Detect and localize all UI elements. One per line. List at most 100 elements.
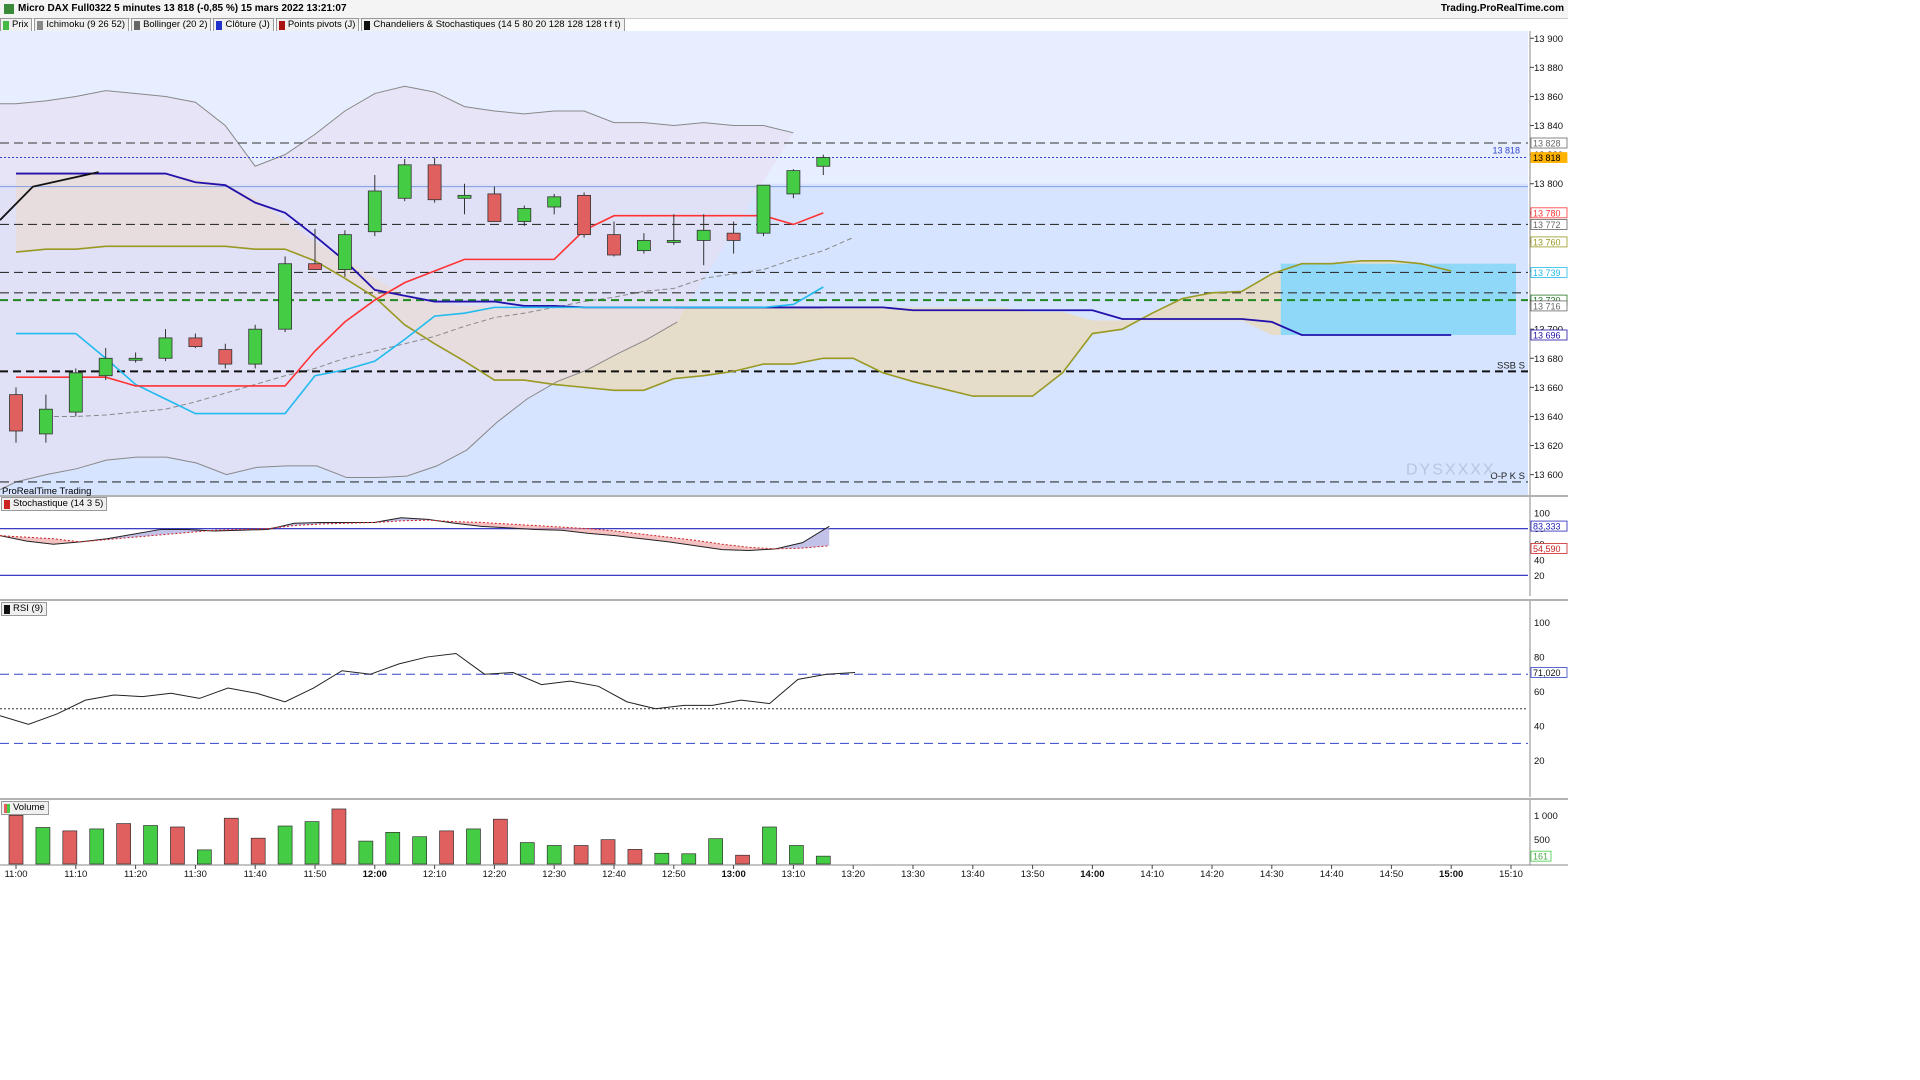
candle-body bbox=[278, 263, 293, 330]
time-axis-label: 13:40 bbox=[961, 869, 985, 880]
time-axis-label: 12:20 bbox=[483, 869, 507, 880]
volume-bar bbox=[8, 814, 24, 865]
candle-body bbox=[308, 263, 322, 270]
volume-bar bbox=[627, 849, 643, 865]
price-level-label: 13 818 bbox=[1533, 153, 1561, 163]
time-axis-label: 14:00 bbox=[1080, 869, 1104, 880]
volume-bar bbox=[762, 826, 777, 865]
volume-bar bbox=[304, 821, 320, 865]
price-level-label: 13 828 bbox=[1533, 139, 1561, 149]
volume-bar bbox=[358, 840, 374, 865]
time-axis-label: 12:50 bbox=[662, 869, 686, 880]
volume-bar bbox=[62, 830, 78, 865]
stoch-value-label: 83,333 bbox=[1533, 522, 1561, 532]
candle-body bbox=[397, 164, 412, 199]
candle-body bbox=[577, 194, 591, 236]
stoch-axis-label: 40 bbox=[1534, 555, 1545, 566]
candle-body bbox=[9, 394, 23, 432]
candle-body bbox=[68, 372, 83, 413]
candle-body bbox=[487, 193, 502, 222]
time-axis-label: 12:30 bbox=[542, 869, 566, 880]
candle-body bbox=[457, 194, 472, 199]
volume-bar bbox=[708, 838, 724, 865]
rsi-label-text: RSI (9) bbox=[13, 603, 44, 614]
candle-body bbox=[726, 232, 741, 241]
price-level-label: 13 696 bbox=[1533, 331, 1561, 341]
time-axis-label: 11:00 bbox=[4, 869, 27, 880]
time-axis-label: 14:10 bbox=[1140, 869, 1164, 880]
time-axis-label: 14:20 bbox=[1200, 869, 1224, 880]
volume-bar bbox=[89, 828, 105, 865]
time-axis-label: 13:00 bbox=[721, 869, 745, 880]
stoch-axis-label: 100 bbox=[1534, 509, 1550, 520]
volume-bar bbox=[654, 852, 670, 865]
time-axis-label: 13:30 bbox=[901, 869, 925, 880]
stoch-panel-label[interactable]: Stochastique (14 3 5) bbox=[1, 497, 108, 511]
rsi-value-label: 71,020 bbox=[1533, 668, 1561, 678]
price-axis-label: 13 880 bbox=[1534, 63, 1563, 74]
volume-bar bbox=[573, 845, 589, 865]
volume-bar bbox=[385, 831, 401, 865]
volume-bar bbox=[681, 853, 697, 865]
candle-body bbox=[218, 349, 233, 365]
time-axis-label: 15:00 bbox=[1439, 869, 1463, 880]
volume-bar bbox=[519, 842, 535, 865]
volume-panel-label[interactable]: Volume bbox=[1, 801, 49, 815]
price-level-label: 13 760 bbox=[1533, 237, 1561, 247]
rsi-panel-bg bbox=[0, 600, 1528, 797]
candle-body bbox=[98, 357, 113, 377]
price-axis-label: 13 680 bbox=[1534, 354, 1563, 365]
time-axis-label: 13:50 bbox=[1021, 869, 1045, 880]
time-axis-label: 11:40 bbox=[244, 869, 267, 880]
candle-body bbox=[696, 229, 711, 241]
price-axis-label: 13 860 bbox=[1534, 92, 1563, 103]
price-axis-label: 13 800 bbox=[1534, 179, 1563, 190]
volume-bar bbox=[439, 830, 454, 865]
candle-body bbox=[786, 170, 801, 195]
level-tag: SSB S bbox=[1497, 360, 1525, 371]
candle-body bbox=[128, 357, 143, 361]
current-price-left-label: 13 818 bbox=[1492, 146, 1520, 156]
candle-body bbox=[248, 328, 263, 365]
time-axis-label: 12:40 bbox=[602, 869, 626, 880]
candle-body bbox=[637, 240, 651, 252]
ghost-watermark: DYSXXXX bbox=[1406, 462, 1496, 479]
time-axis-label: 11:30 bbox=[184, 869, 207, 880]
price-axis-label: 13 840 bbox=[1534, 121, 1563, 132]
volume-bar bbox=[600, 839, 616, 865]
candle-body bbox=[547, 196, 562, 208]
time-axis-label: 12:10 bbox=[423, 869, 447, 880]
volume-axis-label: 500 bbox=[1534, 835, 1550, 846]
rsi-axis-label: 60 bbox=[1534, 687, 1545, 698]
stoch-panel-bg bbox=[0, 496, 1528, 596]
volume-bar bbox=[197, 849, 212, 865]
price-axis-label: 13 900 bbox=[1534, 34, 1563, 45]
rsi-axis-label: 80 bbox=[1534, 652, 1545, 663]
volume-bar bbox=[116, 823, 131, 865]
time-axis-label: 11:20 bbox=[124, 869, 147, 880]
volume-bar bbox=[815, 855, 831, 865]
volume-value-label: 161 bbox=[1533, 852, 1548, 862]
stoch-value-label: 54,590 bbox=[1533, 544, 1561, 554]
rsi-axis-bg bbox=[1530, 601, 1568, 797]
time-axis-label: 14:30 bbox=[1260, 869, 1284, 880]
time-axis-label: 11:10 bbox=[64, 869, 87, 880]
time-axis-label: 13:10 bbox=[782, 869, 806, 880]
volume-bar bbox=[250, 837, 266, 865]
time-axis-label: 11:50 bbox=[303, 869, 326, 880]
candle-body bbox=[517, 208, 532, 222]
time-axis-label: 15:10 bbox=[1499, 869, 1523, 880]
volume-bar bbox=[412, 836, 427, 865]
volume-bar bbox=[277, 825, 293, 865]
candle-body bbox=[367, 190, 382, 233]
volume-bar bbox=[493, 818, 508, 865]
stoch-label-text: Stochastique (14 3 5) bbox=[13, 498, 104, 509]
volume-bar bbox=[35, 827, 51, 865]
volume-bar bbox=[170, 826, 185, 865]
candle-body bbox=[158, 337, 173, 359]
volume-bar bbox=[466, 828, 481, 865]
rsi-panel-label[interactable]: RSI (9) bbox=[1, 602, 48, 616]
time-axis-label: 14:50 bbox=[1380, 869, 1404, 880]
candle-body bbox=[188, 337, 203, 348]
price-axis-label: 13 600 bbox=[1534, 470, 1563, 481]
